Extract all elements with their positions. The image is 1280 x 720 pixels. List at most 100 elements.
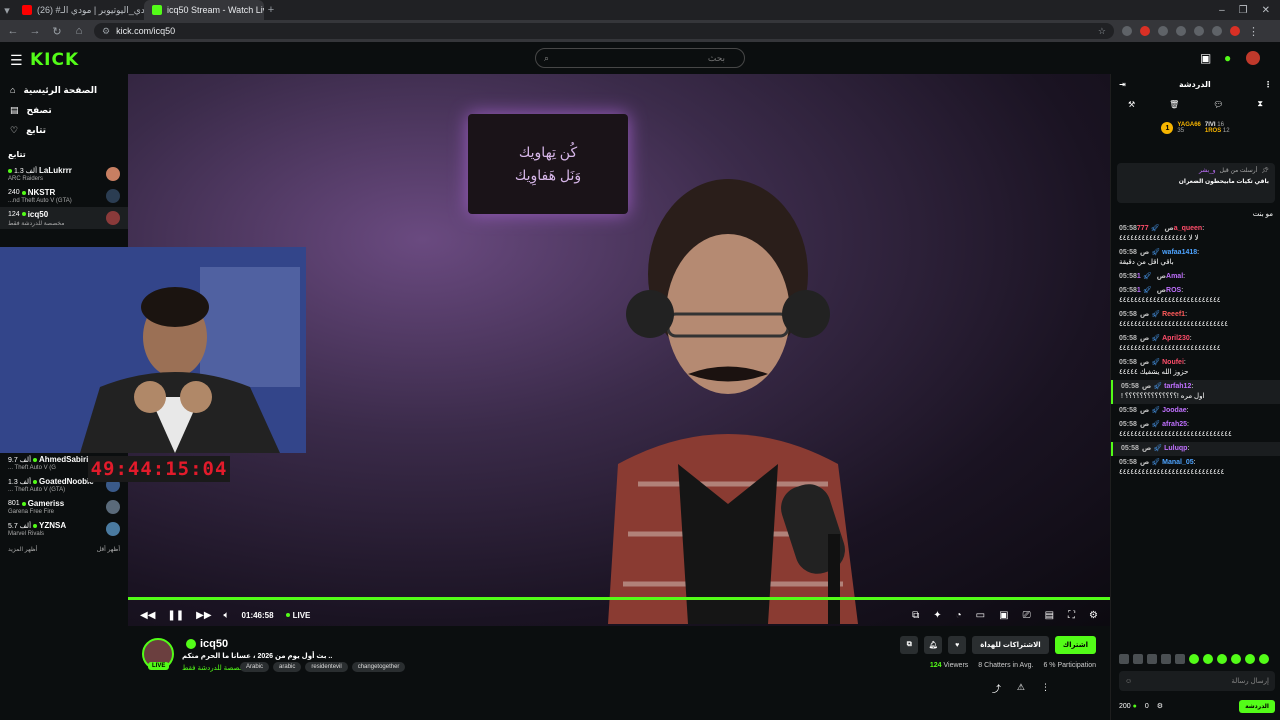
- emote-icon[interactable]: [1147, 654, 1157, 664]
- sidebar-channel[interactable]: 5.7 ألف YZNSA Marvel Rivals: [0, 518, 128, 540]
- report-icon[interactable]: ⚠: [1017, 682, 1025, 695]
- message-username[interactable]: wafaa1418: [1162, 249, 1197, 256]
- chat-message[interactable]: 05:58 ص 🚀︎ tarfah12: اول مره !؟؟؟؟؟؟؟؟؟؟؟…: [1111, 380, 1280, 404]
- cast-icon[interactable]: ⎚: [1023, 610, 1031, 621]
- forward-icon[interactable]: ▶▶: [196, 610, 211, 621]
- sidebar-channel[interactable]: 124 icq50 مخصصة للدردشة فقط: [0, 207, 128, 229]
- pip-icon[interactable]: ▣: [999, 610, 1008, 621]
- collapse-chat-icon[interactable]: ⇥: [1119, 80, 1126, 89]
- reload-icon[interactable]: ↻: [50, 25, 64, 38]
- sidebar-channel[interactable]: 1.3 ألف LaLukrrr ARC Raiders: [0, 163, 128, 185]
- browser-menu-icon[interactable]: ⋮: [1248, 25, 1259, 38]
- chat-message[interactable]: 05:58 ص 🚀︎ Manal_05: ٤٤٤٤٤٤٤٤٤٤٤٤٤٤٤٤٤٤٤٤…: [1111, 456, 1280, 480]
- chat-message[interactable]: 05:58 ص 🚀︎ Luluqp:: [1111, 442, 1280, 456]
- chat-bubble-icon[interactable]: 💬︎: [1213, 100, 1223, 109]
- minimize-icon[interactable]: –: [1219, 5, 1225, 16]
- notification-bell-button[interactable]: 🔔︎: [924, 636, 943, 654]
- tag-pill[interactable]: changetogether: [351, 662, 406, 672]
- message-username[interactable]: Noufei: [1162, 359, 1184, 366]
- stream-category[interactable]: مخصصة للدردشة فقط: [182, 664, 248, 672]
- message-username[interactable]: April230: [1162, 335, 1190, 342]
- chat-settings-icon[interactable]: ⚙: [1157, 702, 1163, 710]
- fullscreen-icon[interactable]: ⛶: [1068, 610, 1075, 621]
- follow-heart-button[interactable]: ♥: [948, 636, 967, 654]
- sidebar-item-following[interactable]: ♡ تتابع: [0, 120, 128, 140]
- mod-hammer-icon[interactable]: ⚒: [1128, 100, 1135, 109]
- message-username[interactable]: tarfah12: [1164, 383, 1191, 390]
- chat-message[interactable]: 05:58 ص 🚀︎ 777a_queen: لا لا ٤٤٤٤٤٤٤٤٤٤٤٤…: [1111, 222, 1280, 246]
- mini-player-icon[interactable]: ▤: [1045, 610, 1054, 621]
- progress-bar[interactable]: [128, 597, 1110, 600]
- chat-message[interactable]: 05:58 ص 🚀︎ 1ROS: ٤٤٤٤٤٤٤٤٤٤٤٤٤٤٤٤٤٤٤٤٤٤٤٤…: [1111, 284, 1280, 308]
- message-username[interactable]: afrah25: [1162, 421, 1187, 428]
- chat-message[interactable]: 05:58 ص 🚀︎ Joodae:: [1111, 404, 1280, 418]
- sidebar-channel[interactable]: 240 NKSTR ...nd Theft Auto V (GTA): [0, 185, 128, 207]
- bookmark-star-icon[interactable]: ☆: [1098, 26, 1106, 37]
- sidebar-item-browse[interactable]: ▤ تصفح: [0, 100, 128, 120]
- show-more-link[interactable]: أظهر المزيد: [8, 546, 37, 553]
- emote-icon[interactable]: [1175, 654, 1185, 664]
- leader-entry[interactable]: 7IVI 16 1ROS 12: [1205, 122, 1230, 134]
- clip-icon[interactable]: ⧉: [912, 610, 919, 621]
- new-tab-button[interactable]: +: [264, 4, 278, 16]
- site-info-icon[interactable]: ⚙: [102, 26, 110, 37]
- emote-icon[interactable]: [1203, 654, 1213, 664]
- emote-icon[interactable]: [1259, 654, 1269, 664]
- kick-points-icon[interactable]: ●: [1224, 51, 1231, 65]
- tag-pill[interactable]: arabic: [273, 662, 302, 672]
- tag-pill[interactable]: residentevil: [305, 662, 348, 672]
- share-icon[interactable]: ⤴: [992, 682, 1001, 695]
- gift-subs-button[interactable]: الاشتراكات للهداة: [972, 636, 1049, 654]
- url-field[interactable]: ⚙ kick.com/icq50 ☆: [94, 23, 1114, 39]
- emote-icon[interactable]: [1119, 654, 1129, 664]
- user-avatar[interactable]: [1246, 51, 1260, 65]
- forward-icon[interactable]: →: [28, 25, 42, 37]
- chat-message[interactable]: 05:58 ص 🚀︎ Reeef1: ٤٤٤٤٤٤٤٤٤٤٤٤٤٤٤٤٤٤٤٤٤٤…: [1111, 308, 1280, 332]
- search-box[interactable]: ⌕: [535, 48, 745, 68]
- sidebar-item-home[interactable]: ⌂ الصفحة الرئيسية: [0, 80, 128, 100]
- clip-button[interactable]: ⧉: [900, 636, 919, 654]
- back-icon[interactable]: ←: [6, 25, 20, 37]
- settings-icon[interactable]: ⚙: [1089, 610, 1098, 621]
- profile-avatar[interactable]: [1230, 26, 1240, 36]
- emote-icon[interactable]: [1133, 654, 1143, 664]
- message-username[interactable]: Luluqp: [1164, 445, 1187, 452]
- extension-icon[interactable]: [1158, 26, 1168, 36]
- close-window-icon[interactable]: ✕: [1262, 5, 1270, 16]
- live-indicator[interactable]: LIVE: [285, 611, 310, 620]
- kick-logo[interactable]: KICK: [30, 50, 79, 70]
- show-less-link[interactable]: أظهر أقل: [97, 546, 120, 553]
- tab-menu-icon[interactable]: ▾: [0, 4, 14, 17]
- menu-icon[interactable]: ☰: [10, 52, 23, 69]
- pause-icon[interactable]: ❚❚: [167, 610, 184, 621]
- chat-message[interactable]: 05:58 ص 🚀︎ afrah25: ٤٤٤٤٤٤٤٤٤٤٤٤٤٤٤٤٤٤٤٤٤…: [1111, 418, 1280, 442]
- extensions-puzzle-icon[interactable]: [1212, 26, 1222, 36]
- browser-tab-youtube[interactable]: (26) #تحدي_اليوتيوبر | مودي الـ... ×: [14, 0, 144, 20]
- more-icon[interactable]: ⋮: [1041, 682, 1050, 695]
- maximize-icon[interactable]: ❐: [1239, 5, 1248, 16]
- extension-icon[interactable]: [1176, 26, 1186, 36]
- volume-icon[interactable]: 🔈︎: [224, 610, 230, 621]
- channel-name-row[interactable]: icq50: [186, 638, 228, 650]
- chat-send-button[interactable]: الدردشة: [1239, 699, 1275, 713]
- emote-icon[interactable]: [1245, 654, 1255, 664]
- pinned-message[interactable]: و_بشر أرسلت من قبل 📌︎ باقي تكيات مابيحطو…: [1117, 163, 1275, 203]
- hourglass-icon[interactable]: ⧗: [1257, 99, 1263, 109]
- extension-icon[interactable]: [1194, 26, 1204, 36]
- home-icon[interactable]: ⌂: [72, 25, 86, 37]
- speed-icon[interactable]: ◔: [956, 610, 962, 621]
- leader-entry[interactable]: YAGA66 35: [1177, 122, 1200, 134]
- emote-icon[interactable]: [1161, 654, 1171, 664]
- emote-icon[interactable]: [1231, 654, 1241, 664]
- search-input[interactable]: [555, 53, 726, 63]
- sparkle-icon[interactable]: ✦: [933, 610, 941, 621]
- chat-message[interactable]: 05:58 ص 🚀︎ wafaa1418: باقي اقل من دقيقة: [1111, 246, 1280, 270]
- chat-message[interactable]: 05:58 ص 🚀︎ April230: ٤٤٤٤٤٤٤٤٤٤٤٤٤٤٤٤٤٤٤٤…: [1111, 332, 1280, 356]
- chat-input[interactable]: ☺ إرسال رسالة: [1119, 671, 1275, 691]
- emoji-icon[interactable]: ☺: [1125, 678, 1132, 685]
- subscribe-button[interactable]: اشتراك: [1054, 636, 1096, 654]
- extension-icon[interactable]: [1140, 26, 1150, 36]
- points-display[interactable]: 200 ●: [1119, 703, 1137, 710]
- inbox-icon[interactable]: ▣: [1200, 51, 1211, 65]
- tag-pill[interactable]: Arabic: [240, 662, 270, 672]
